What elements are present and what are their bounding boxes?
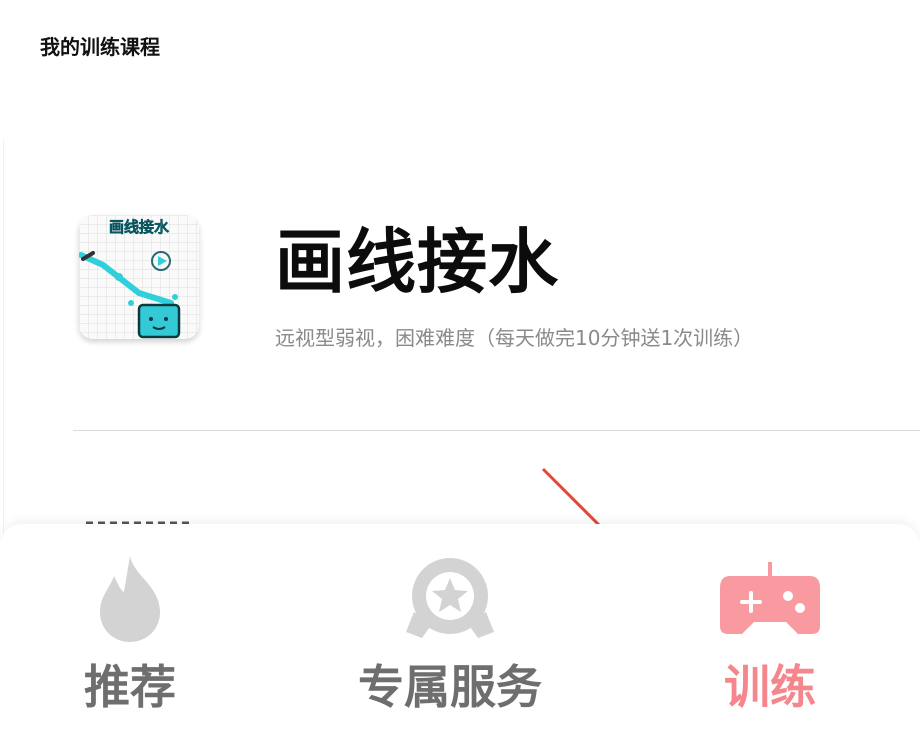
tab-recommend[interactable]: 推荐 xyxy=(50,524,210,729)
page-title: 我的训练课程 xyxy=(40,35,160,59)
tab-recommend-label: 推荐 xyxy=(84,660,176,714)
course-thumbnail-image: 画线接水 xyxy=(79,215,199,339)
course-description: 远视型弱视，困难难度（每天做完10分钟送1次训练） xyxy=(275,326,754,350)
star-badge-icon xyxy=(406,558,494,638)
divider xyxy=(73,430,920,431)
tab-train[interactable]: 训练 xyxy=(690,524,850,729)
thumbnail-title: 画线接水 xyxy=(109,218,170,236)
course-title: 画线接水 xyxy=(275,221,559,303)
bottom-navigation: 推荐 专属服务 训练 xyxy=(0,524,920,729)
tab-train-label: 训练 xyxy=(724,660,816,714)
tab-service[interactable]: 专属服务 xyxy=(330,524,570,729)
tab-service-label: 专属服务 xyxy=(358,660,542,714)
gamepad-icon xyxy=(720,562,820,634)
flame-icon xyxy=(100,556,160,642)
course-thumbnail[interactable]: 画线接水 xyxy=(79,215,199,339)
